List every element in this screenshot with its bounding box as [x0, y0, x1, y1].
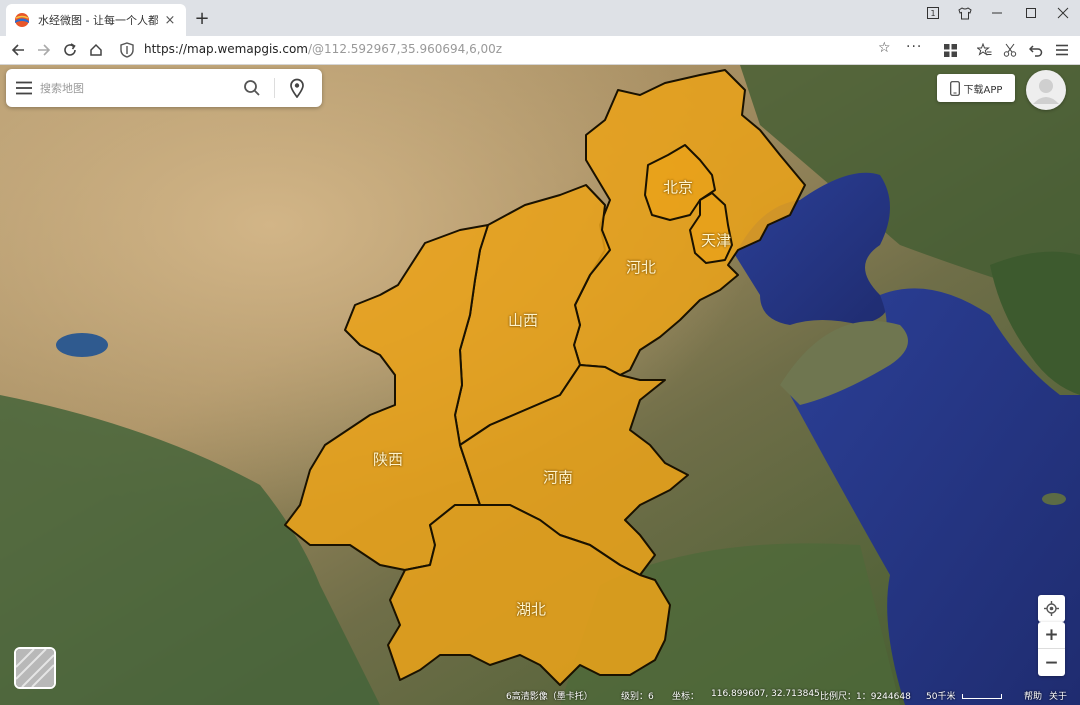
tab-title: 水经微图 - 让每一个人都有自 — [38, 14, 158, 27]
home-icon[interactable] — [86, 40, 106, 60]
browser-menu-icon[interactable] — [1052, 40, 1072, 60]
back-icon[interactable] — [8, 40, 28, 60]
coords-value: 116.899607, 32.713845 — [711, 689, 820, 699]
locate-me-button[interactable] — [1038, 595, 1065, 622]
about-link[interactable]: 关于 — [1049, 689, 1067, 702]
apps-grid-icon[interactable] — [940, 40, 960, 60]
minimize-icon[interactable] — [984, 4, 1010, 22]
label-henan: 河南 — [542, 468, 574, 487]
label-hubei: 湖北 — [515, 600, 547, 619]
search-divider — [274, 78, 275, 98]
url-text: https://map.wemapgis.com/@112.592967,35.… — [144, 42, 502, 56]
maximize-icon[interactable] — [1018, 4, 1044, 22]
search-icon[interactable] — [243, 79, 261, 97]
layer-switcher[interactable] — [14, 647, 56, 689]
coords-label: 坐标： — [672, 692, 700, 702]
tab-close-icon[interactable]: × — [162, 13, 178, 28]
crosshair-icon — [1044, 601, 1059, 616]
skin-icon[interactable] — [952, 4, 978, 22]
browser-tab[interactable]: 水经微图 - 让每一个人都有自 × — [6, 4, 186, 36]
url-path: /@112.592967,35.960694,6,00z — [308, 42, 503, 56]
scale-bar — [962, 694, 1002, 699]
label-shanxi: 山西 — [507, 311, 539, 330]
label-hebei: 河北 — [625, 258, 657, 277]
address-bar[interactable]: https://map.wemapgis.com/@112.592967,35.… — [112, 39, 921, 61]
bookmark-star-icon[interactable]: ☆ — [878, 40, 891, 56]
undo-icon[interactable] — [1026, 40, 1046, 60]
tab-bar: 水经微图 - 让每一个人都有自 × + 1 — [0, 0, 1080, 36]
tab-count-icon-glyph: 1 — [927, 7, 939, 19]
download-app-label: 下载APP — [963, 84, 1003, 96]
reload-icon[interactable] — [60, 40, 80, 60]
map-viewport[interactable]: 北京 天津 河北 山西 陕西 河南 湖北 下载APP — [0, 65, 1080, 705]
phone-icon — [949, 80, 960, 96]
location-pin-icon[interactable] — [289, 78, 305, 98]
new-tab-button[interactable]: + — [192, 9, 212, 29]
browser-toolbar: https://map.wemapgis.com/@112.592967,35.… — [0, 36, 1080, 65]
zoom-control: + − — [1038, 622, 1065, 676]
hamburger-menu-icon[interactable] — [16, 81, 32, 95]
search-input[interactable] — [40, 78, 230, 98]
user-silhouette-icon — [1033, 79, 1059, 104]
search-panel — [6, 69, 322, 107]
zoom-out-button[interactable]: − — [1038, 649, 1065, 676]
map-status-bar: 6高清影像（墨卡托） 级别：6 坐标： 116.899607, 32.71384… — [0, 685, 1080, 705]
more-options-icon[interactable]: ··· — [906, 39, 922, 55]
zoom-in-button[interactable]: + — [1038, 622, 1065, 649]
scissors-icon[interactable] — [1000, 40, 1020, 60]
tab-count-number: 1 — [930, 9, 935, 18]
map-layer-thumbnail-icon — [16, 649, 54, 687]
scale-ratio: 比例尺：1：9244648 — [820, 692, 911, 702]
province-hebei[interactable] — [573, 69, 806, 376]
security-shield-icon — [120, 42, 134, 58]
label-beijing: 北京 — [662, 178, 694, 197]
label-shaanxi: 陕西 — [372, 450, 404, 469]
help-link[interactable]: 帮助 — [1024, 689, 1042, 702]
scale-distance: 50千米 — [926, 692, 956, 702]
zoom-level: 级别：6 — [621, 692, 654, 702]
imagery-source: 6高清影像（墨卡托） — [506, 692, 593, 702]
tab-count-icon[interactable]: 1 — [920, 4, 946, 22]
download-app-button[interactable]: 下载APP — [937, 74, 1015, 102]
label-tianjin: 天津 — [700, 231, 732, 250]
close-window-icon[interactable] — [1050, 4, 1076, 22]
user-avatar[interactable] — [1026, 70, 1066, 110]
site-favicon-icon — [15, 13, 29, 27]
url-host: https://map.wemapgis.com — [144, 42, 308, 56]
forward-icon[interactable] — [34, 40, 54, 60]
favorites-icon[interactable] — [974, 40, 994, 60]
